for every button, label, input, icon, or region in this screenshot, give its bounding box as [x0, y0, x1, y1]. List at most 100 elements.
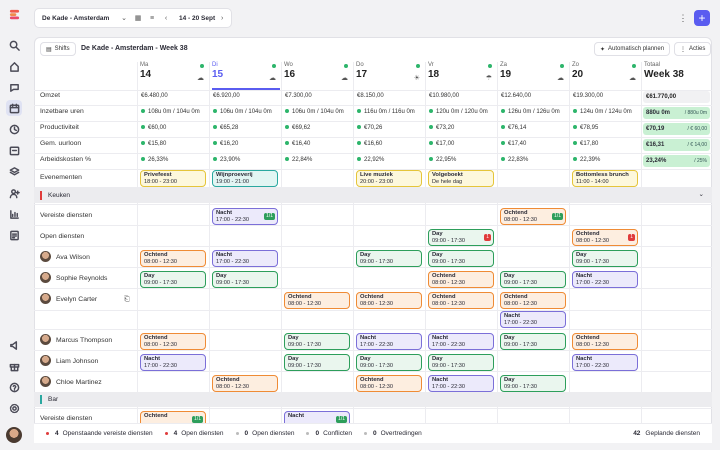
- shift-card[interactable]: Nacht 17:00 - 22:30: [428, 375, 494, 392]
- event-card[interactable]: Live muziek 20:00 - 23:00: [356, 170, 422, 187]
- chart-icon[interactable]: [7, 207, 21, 221]
- shift-card[interactable]: Ochtend 08:00 - 12:30: [356, 375, 422, 392]
- section-kitchen[interactable]: Keuken ⌄: [34, 188, 712, 203]
- search-icon[interactable]: [7, 38, 21, 52]
- person-avatar: [40, 293, 51, 304]
- schedule-icon[interactable]: [6, 100, 22, 116]
- shift-card[interactable]: Ochtend 08:00 - 12:30: [428, 271, 494, 288]
- person-avatar: [40, 355, 51, 366]
- shift-card[interactable]: Ochtend 08:00 - 12:30 1/1: [500, 208, 566, 225]
- more-menu-icon[interactable]: ⋮: [676, 10, 690, 26]
- shift-card[interactable]: Nacht 17:00 - 22:30: [212, 250, 278, 267]
- day-header[interactable]: Za 19 ☁: [500, 62, 568, 90]
- footer-stat[interactable]: 0 Open diensten: [235, 430, 294, 437]
- day-header[interactable]: Wo 16 ☁: [284, 62, 352, 90]
- shift-card[interactable]: Day 09:00 - 17:30: [572, 250, 638, 267]
- help-icon[interactable]: [7, 380, 21, 394]
- shift-time: 09:00 - 17:30: [432, 237, 465, 244]
- app-logo-icon[interactable]: [7, 7, 21, 21]
- add-button[interactable]: +: [694, 10, 710, 26]
- shift-card[interactable]: Day 09:00 - 17:30 1: [428, 229, 494, 246]
- shift-card[interactable]: Nacht 17:00 - 22:30: [428, 333, 494, 350]
- user-avatar[interactable]: [6, 427, 22, 443]
- add-user-icon[interactable]: [7, 186, 21, 200]
- day-header[interactable]: Do 17 ☀: [356, 62, 424, 90]
- shift-card[interactable]: Nacht 17:00 - 22:30 1/1: [212, 208, 278, 225]
- shift-card[interactable]: Ochtend 08:00 - 12:30: [356, 292, 422, 309]
- gift-icon[interactable]: [7, 359, 21, 373]
- day-header[interactable]: Di 15 ☁: [212, 62, 280, 90]
- calendar-view-icon[interactable]: ▦: [131, 14, 145, 22]
- shift-card[interactable]: Ochtend 08:00 - 12:30: [428, 292, 494, 309]
- event-card[interactable]: Wijnproeverij 19:00 - 21:00: [212, 170, 278, 187]
- clock-icon[interactable]: [7, 122, 21, 136]
- prev-week-icon[interactable]: ‹: [159, 15, 173, 22]
- shift-card[interactable]: Day 09:00 - 17:30: [356, 250, 422, 267]
- shifts-button[interactable]: ▤ Shifts: [40, 42, 76, 56]
- filter-icon[interactable]: ≡: [145, 15, 159, 22]
- footer-stat[interactable]: 0 Conflicten: [306, 430, 352, 437]
- metric-total: €61.770,00: [643, 91, 710, 103]
- shift-card[interactable]: Nacht 17:00 - 22:30: [500, 311, 566, 328]
- footer-stat[interactable]: 4 Openstaande vereiste diensten: [46, 430, 153, 437]
- event-card[interactable]: Bottomless brunch 11:00 - 14:00: [572, 170, 638, 187]
- collapse-icon[interactable]: ⌄: [699, 190, 704, 198]
- shift-card[interactable]: Day 09:00 - 17:30: [140, 271, 206, 288]
- shift-card[interactable]: Day 09:00 - 17:30: [500, 375, 566, 392]
- shift-card[interactable]: Ochtend 08:00 - 12:30: [212, 375, 278, 392]
- footer-stat[interactable]: 0 Overtredingen: [363, 430, 422, 437]
- shift-card[interactable]: Day 09:00 - 17:30: [284, 333, 350, 350]
- shift-card[interactable]: Ochtend 08:00 - 12:30: [500, 292, 566, 309]
- day-header[interactable]: Zo 20 ☁: [572, 62, 640, 90]
- shift-card[interactable]: Day 09:00 - 17:30: [356, 354, 422, 371]
- event-card[interactable]: Privefeest 18:00 - 23:00: [140, 170, 206, 187]
- shift-card[interactable]: Nacht 17:00 - 22:30: [356, 333, 422, 350]
- chevron-down-icon[interactable]: ⌄: [117, 14, 131, 22]
- shift-card[interactable]: Nacht 17:00 - 22:30: [140, 354, 206, 371]
- auto-plan-button[interactable]: ✦ Automatisch plannen: [594, 42, 671, 56]
- shift-badge: 1/1: [336, 416, 347, 423]
- home-icon[interactable]: [7, 59, 21, 73]
- shift-card[interactable]: Day 09:00 - 17:30: [212, 271, 278, 288]
- metric-value: €12.640,00: [501, 93, 531, 99]
- shift-card[interactable]: Day 09:00 - 17:30: [428, 250, 494, 267]
- location-selector[interactable]: De Kade - Amsterdam: [35, 15, 117, 22]
- shift-card[interactable]: Ochtend 08:00 - 12:30: [140, 250, 206, 267]
- week-range[interactable]: 14 - 20 Sept: [179, 15, 215, 22]
- shift-card[interactable]: Ochtend 08:00 - 12:30: [284, 292, 350, 309]
- shift-card[interactable]: Day 09:00 - 17:30: [500, 333, 566, 350]
- document-icon[interactable]: [7, 228, 21, 242]
- section-bar[interactable]: Bar: [34, 392, 712, 407]
- magic-icon: ✦: [600, 46, 606, 53]
- day-header[interactable]: Vr 18 ☂: [428, 62, 496, 90]
- chat-icon[interactable]: [7, 80, 21, 94]
- actions-button[interactable]: ⋮ Acties: [674, 42, 712, 56]
- settings-icon[interactable]: [7, 401, 21, 415]
- shift-card[interactable]: Nacht 17:00 - 22:30: [572, 271, 638, 288]
- shift-card[interactable]: Nacht 17:00 - 22:30: [572, 354, 638, 371]
- status-dot: [573, 141, 577, 145]
- metric-text: 22,95%: [436, 157, 457, 163]
- footer-stat[interactable]: 4 Open diensten: [164, 430, 224, 437]
- shift-card[interactable]: Day 09:00 - 17:30: [428, 354, 494, 371]
- megaphone-icon[interactable]: [7, 338, 21, 352]
- weather-icon: ☁: [269, 75, 276, 82]
- next-week-icon[interactable]: ›: [215, 15, 229, 22]
- shift-card[interactable]: Day 09:00 - 17:30: [284, 354, 350, 371]
- footer-label: Overtredingen: [380, 430, 422, 437]
- event-time: 19:00 - 21:00: [216, 178, 249, 185]
- calendar-icon[interactable]: [7, 143, 21, 157]
- shift-card[interactable]: Ochtend 08:00 - 12:30: [140, 333, 206, 350]
- shift-time: 17:00 - 22:30: [360, 341, 393, 348]
- layers-icon[interactable]: [7, 164, 21, 178]
- shift-time: 08:00 - 12:30: [432, 279, 465, 286]
- shift-time: 09:00 - 17:30: [216, 279, 249, 286]
- shift-card[interactable]: Ochtend 08:00 - 12:30: [572, 333, 638, 350]
- day-header[interactable]: Ma 14 ☁: [140, 62, 208, 90]
- shift-card[interactable]: Day 09:00 - 17:30: [500, 271, 566, 288]
- event-card[interactable]: Volgeboekt De hele dag: [428, 170, 494, 187]
- status-dot: [429, 141, 433, 145]
- metric-value: €76,14: [501, 125, 526, 131]
- total-value: 880u 0m: [646, 110, 671, 116]
- shift-card[interactable]: Ochtend 08:00 - 12:30 1: [572, 229, 638, 246]
